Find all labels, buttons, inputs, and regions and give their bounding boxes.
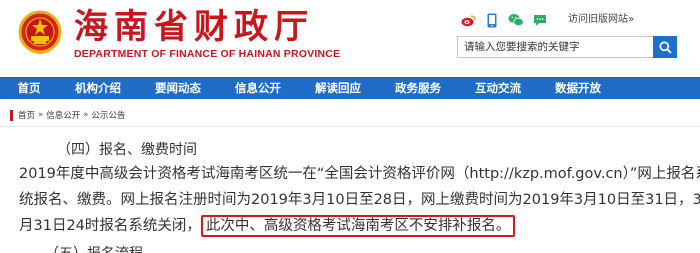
breadcrumb-separator: » — [38, 110, 44, 120]
site-title: 海南省财政厅 — [74, 7, 314, 47]
nav-item-interpretation[interactable]: 解读回应 — [298, 77, 378, 99]
nav-item-about[interactable]: 机构介绍 — [58, 77, 138, 99]
site-subtitle: DEPARTMENT OF FINANCE OF HAINAN PROVINCE — [74, 48, 341, 60]
search-box — [457, 36, 677, 58]
paragraph-line: 统报名、缴费。网上报名注册时间为2019年3月10日至28日，网上缴费时间为20… — [19, 192, 700, 208]
breadcrumb: 首页 » 信息公开 » 公示公告 — [10, 106, 125, 124]
chat-icon[interactable] — [532, 12, 548, 28]
search-input[interactable] — [457, 36, 653, 58]
nav-item-services[interactable]: 政务服务 — [378, 77, 458, 99]
nav-item-news[interactable]: 要闻动态 — [138, 77, 218, 99]
nav-item-interaction[interactable]: 互动交流 — [458, 77, 538, 99]
breadcrumb-separator: » — [83, 110, 89, 120]
nav-item-open-data[interactable]: 数据开放 — [538, 77, 618, 99]
old-site-link[interactable]: 访问旧版网站» — [568, 12, 634, 28]
next-section-heading: （五）报名流程 — [45, 245, 143, 253]
search-button[interactable] — [653, 36, 677, 58]
mobile-icon[interactable] — [484, 12, 500, 28]
highlighted-notice: 此次中、高级资格考试海南考区不安排补报名。 — [200, 215, 516, 237]
paragraph-line: 2019年度中高级会计资格考试海南考区统一在“全国会计资格评价网（http://… — [19, 166, 700, 182]
nav-item-info-disclosure[interactable]: 信息公开 — [218, 77, 298, 99]
paragraph-text: 月31日24时报名系统关闭， — [19, 218, 201, 234]
breadcrumb-home[interactable]: 首页 — [18, 109, 35, 121]
weibo-icon[interactable] — [460, 12, 476, 28]
wechat-icon[interactable] — [508, 12, 524, 28]
article-body: （四）报名、缴费时间 2019年度中高级会计资格考试海南考区统一在“全国会计资格… — [0, 127, 700, 253]
breadcrumb-info-disclosure[interactable]: 信息公开 — [46, 109, 80, 121]
site-header: 海南省财政厅 DEPARTMENT OF FINANCE OF HAINAN P… — [0, 0, 700, 75]
main-nav: 首页 机构介绍 要闻动态 信息公开 解读回应 政务服务 互动交流 数据开放 — [0, 77, 700, 99]
nav-item-home[interactable]: 首页 — [0, 77, 58, 99]
search-icon — [658, 40, 672, 54]
breadcrumb-marker — [10, 109, 13, 121]
paragraph-line: 月31日24时报名系统关闭， 此次中、高级资格考试海南考区不安排补报名。 — [19, 213, 691, 239]
national-emblem-icon — [18, 10, 62, 54]
article-paragraph: 2019年度中高级会计资格考试海南考区统一在“全国会计资格评价网（http://… — [19, 161, 700, 239]
top-icon-bar — [460, 12, 556, 28]
breadcrumb-announcements[interactable]: 公示公告 — [91, 109, 125, 121]
section-heading: （四）报名、缴费时间 — [57, 142, 197, 158]
